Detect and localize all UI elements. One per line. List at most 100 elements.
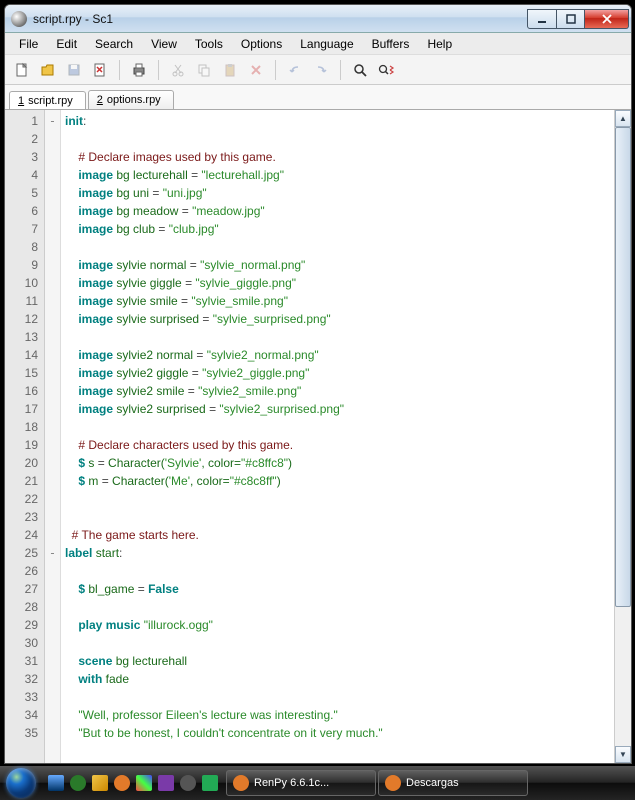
replace-icon[interactable] [375, 59, 397, 81]
tab-options-rpy[interactable]: 2 options.rpy [88, 90, 174, 109]
menu-options[interactable]: Options [233, 35, 290, 53]
open-icon[interactable] [37, 59, 59, 81]
taskbar-task[interactable]: RenPy 6.6.1c... [226, 770, 376, 796]
find-icon[interactable] [349, 59, 371, 81]
window-controls [527, 9, 629, 29]
code-line[interactable]: with fade [65, 670, 610, 688]
code-line[interactable]: scene bg lecturehall [65, 652, 610, 670]
code-line[interactable]: image bg club = "club.jpg" [65, 220, 610, 238]
code-line[interactable]: image bg meadow = "meadow.jpg" [65, 202, 610, 220]
code-line[interactable] [65, 418, 610, 436]
task-buttons: RenPy 6.6.1c... Descargas [226, 770, 631, 796]
close-file-icon[interactable] [89, 59, 111, 81]
undo-icon [284, 59, 306, 81]
tab-script-rpy[interactable]: 1 script.rpy [9, 91, 86, 110]
task-icon [385, 775, 401, 791]
quick-launch [46, 772, 220, 794]
taskbar[interactable]: RenPy 6.6.1c... Descargas [0, 766, 635, 800]
code-line[interactable]: # Declare images used by this game. [65, 148, 610, 166]
code-line[interactable]: image sylvie2 giggle = "sylvie2_giggle.p… [65, 364, 610, 382]
task-label: RenPy 6.6.1c... [254, 777, 329, 789]
code-line[interactable] [65, 238, 610, 256]
code-line[interactable] [65, 130, 610, 148]
code-line[interactable] [65, 508, 610, 526]
code-line[interactable]: # The game starts here. [65, 526, 610, 544]
new-file-icon[interactable] [11, 59, 33, 81]
close-button[interactable] [585, 9, 629, 29]
code-line[interactable] [65, 634, 610, 652]
code-line[interactable] [65, 688, 610, 706]
code-line[interactable] [65, 328, 610, 346]
code-line[interactable]: image sylvie surprised = "sylvie_surpris… [65, 310, 610, 328]
windows-orb-icon [6, 768, 36, 798]
quick-launch-item[interactable] [200, 772, 220, 794]
paste-icon [219, 59, 241, 81]
menubar: FileEditSearchViewToolsOptionsLanguageBu… [5, 33, 631, 55]
code-line[interactable]: image bg lecturehall = "lecturehall.jpg" [65, 166, 610, 184]
code-line[interactable]: "But to be honest, I couldn't concentrat… [65, 724, 610, 742]
menu-buffers[interactable]: Buffers [364, 35, 418, 53]
quick-launch-item[interactable] [90, 772, 110, 794]
titlebar[interactable]: script.rpy - Sc1 [5, 5, 631, 33]
menu-language[interactable]: Language [292, 35, 361, 53]
code-line[interactable]: image sylvie giggle = "sylvie_giggle.png… [65, 274, 610, 292]
code-line[interactable] [65, 598, 610, 616]
toolbar [5, 55, 631, 85]
maximize-button[interactable] [557, 9, 585, 29]
editor: 1234567891011121314151617181920212223242… [5, 109, 631, 763]
task-icon [233, 775, 249, 791]
code-line[interactable]: image sylvie2 surprised = "sylvie2_surpr… [65, 400, 610, 418]
code-line[interactable]: image sylvie smile = "sylvie_smile.png" [65, 292, 610, 310]
code-line[interactable]: # Declare characters used by this game. [65, 436, 610, 454]
code-line[interactable]: $ bl_game = False [65, 580, 610, 598]
task-label: Descargas [406, 777, 459, 789]
quick-launch-item[interactable] [156, 772, 176, 794]
vertical-scrollbar[interactable]: ▲ ▼ [614, 110, 631, 763]
start-button[interactable] [0, 766, 42, 800]
copy-icon [193, 59, 215, 81]
separator [275, 60, 276, 80]
app-icon [11, 11, 27, 27]
code-line[interactable]: "Well, professor Eileen's lecture was in… [65, 706, 610, 724]
menu-file[interactable]: File [11, 35, 46, 53]
code-line[interactable]: play music "illurock.ogg" [65, 616, 610, 634]
menu-tools[interactable]: Tools [187, 35, 231, 53]
fold-column[interactable]: -- [45, 110, 61, 763]
app-window: script.rpy - Sc1 FileEditSearchViewTools… [4, 4, 632, 764]
code-line[interactable]: image bg uni = "uni.jpg" [65, 184, 610, 202]
cut-icon [167, 59, 189, 81]
taskbar-task[interactable]: Descargas [378, 770, 528, 796]
menu-edit[interactable]: Edit [48, 35, 85, 53]
code-line[interactable] [65, 562, 610, 580]
separator [340, 60, 341, 80]
delete-icon [245, 59, 267, 81]
menu-search[interactable]: Search [87, 35, 141, 53]
quick-launch-item[interactable] [112, 772, 132, 794]
quick-launch-item[interactable] [134, 772, 154, 794]
code-line[interactable]: image sylvie2 normal = "sylvie2_normal.p… [65, 346, 610, 364]
quick-launch-item[interactable] [178, 772, 198, 794]
menu-help[interactable]: Help [419, 35, 460, 53]
quick-launch-item[interactable] [46, 772, 66, 794]
code-area[interactable]: init: # Declare images used by this game… [61, 110, 614, 763]
scroll-up-icon[interactable]: ▲ [615, 110, 631, 127]
code-line[interactable]: label start: [65, 544, 610, 562]
quick-launch-item[interactable] [68, 772, 88, 794]
scroll-down-icon[interactable]: ▼ [615, 746, 631, 763]
separator [119, 60, 120, 80]
code-line[interactable] [65, 490, 610, 508]
menu-view[interactable]: View [143, 35, 185, 53]
redo-icon [310, 59, 332, 81]
code-line[interactable]: init: [65, 112, 610, 130]
print-icon[interactable] [128, 59, 150, 81]
code-line[interactable]: $ m = Character('Me', color="#c8c8ff") [65, 472, 610, 490]
minimize-button[interactable] [527, 9, 557, 29]
line-gutter[interactable]: 1234567891011121314151617181920212223242… [5, 110, 45, 763]
scroll-thumb[interactable] [615, 127, 631, 607]
code-line[interactable]: $ s = Character('Sylvie', color="#c8ffc8… [65, 454, 610, 472]
separator [158, 60, 159, 80]
code-line[interactable]: image sylvie normal = "sylvie_normal.png… [65, 256, 610, 274]
window-title: script.rpy - Sc1 [33, 12, 527, 26]
code-line[interactable]: image sylvie2 smile = "sylvie2_smile.png… [65, 382, 610, 400]
tabbar: 1 script.rpy2 options.rpy [5, 85, 631, 109]
